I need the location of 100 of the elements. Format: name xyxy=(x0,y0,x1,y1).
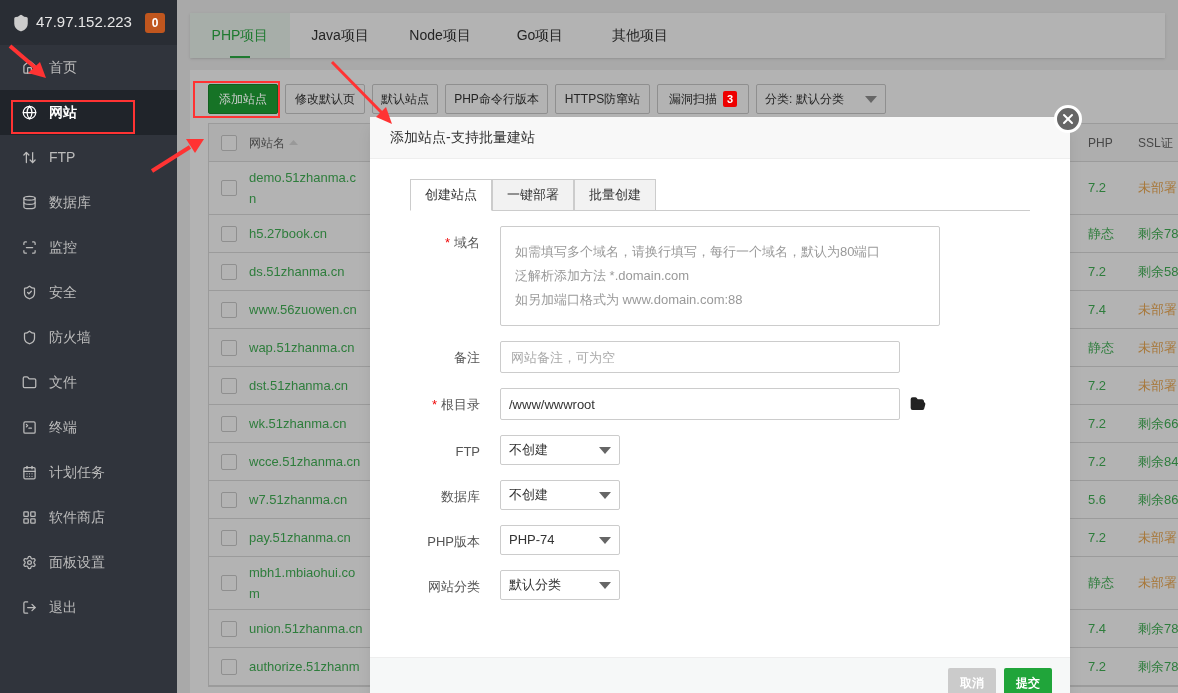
shield-check-icon xyxy=(22,285,37,300)
checkbox[interactable] xyxy=(221,225,237,242)
project-tab[interactable]: Node项目 xyxy=(390,13,490,58)
checkbox[interactable] xyxy=(221,301,237,318)
checkbox[interactable] xyxy=(221,263,237,280)
php-version: 7.4 xyxy=(1088,620,1107,636)
remark-input[interactable]: 网站备注，可为空 xyxy=(500,341,900,373)
arrows-icon xyxy=(22,150,37,165)
sidebar-item[interactable]: 退出 xyxy=(0,585,177,630)
sidebar-item[interactable]: 计划任务 xyxy=(0,450,177,495)
sidebar-item[interactable]: FTP xyxy=(0,135,177,180)
ssl-status: 未部署 xyxy=(1138,575,1177,591)
notification-badge: 0 xyxy=(145,12,165,33)
php-version: 7.2 xyxy=(1088,415,1107,431)
terminal-icon xyxy=(22,420,37,435)
field-label: 域名 xyxy=(454,234,480,252)
dialog-title: 添加站点-支持批量建站 xyxy=(390,128,535,147)
checkbox[interactable] xyxy=(221,453,237,470)
count-badge: 3 xyxy=(722,91,738,107)
dialog-tab[interactable]: 一键部署 xyxy=(492,179,574,211)
php-version: 7.2 xyxy=(1088,180,1107,196)
php-version: 5.6 xyxy=(1088,491,1107,507)
checkbox[interactable] xyxy=(221,575,237,591)
column-header: SSL证 xyxy=(1138,135,1173,150)
sidebar-item[interactable]: 防火墙 xyxy=(0,315,177,360)
ssl-status: 未部署 xyxy=(1138,529,1177,545)
toolbar-button[interactable]: 漏洞扫描 3 xyxy=(657,84,749,114)
placeholder-line: 如另加端口格式为 www.domain.com:88 xyxy=(515,291,744,309)
ssl-status: 未部署 xyxy=(1138,180,1177,196)
toolbar-button[interactable]: 默认站点 xyxy=(372,84,438,114)
php-version: 静态 xyxy=(1088,225,1114,241)
checkbox[interactable] xyxy=(221,180,237,196)
php-version: 7.2 xyxy=(1088,658,1107,674)
toolbar-button[interactable]: PHP命令行版本 xyxy=(445,84,548,114)
caret-icon xyxy=(599,446,611,454)
shield-logo-icon xyxy=(12,13,30,32)
field-label: 数据库 xyxy=(441,488,480,506)
ssl-status: 未部署 xyxy=(1138,339,1177,355)
checkbox[interactable] xyxy=(221,415,237,432)
ssl-status: 未部署 xyxy=(1138,301,1177,317)
php-version: 静态 xyxy=(1088,339,1114,355)
checkbox[interactable] xyxy=(221,377,237,394)
settings-icon xyxy=(22,555,37,570)
dialog-tab[interactable]: 创建站点 xyxy=(410,179,492,211)
ssl-status: 剩余78 xyxy=(1138,225,1178,241)
ssl-status: 未部署 xyxy=(1138,377,1177,393)
field-label: 根目录 xyxy=(441,396,480,414)
php-version: 7.4 xyxy=(1088,301,1107,317)
php-version: 7.2 xyxy=(1088,377,1107,393)
ssl-status: 剩余78 xyxy=(1138,620,1178,636)
folder-icon[interactable] xyxy=(910,396,926,412)
column-header[interactable]: 网站名 xyxy=(249,133,389,152)
ssl-status: 剩余84 xyxy=(1138,453,1178,469)
caret-icon xyxy=(865,95,877,103)
checkbox[interactable] xyxy=(221,658,237,675)
sidebar-item[interactable]: 监控 xyxy=(0,225,177,270)
field-label: PHP版本 xyxy=(427,533,480,551)
annotation-arrow xyxy=(330,60,392,124)
annotation-arrow xyxy=(8,44,46,78)
checkbox[interactable] xyxy=(221,339,237,356)
shield-icon xyxy=(22,330,37,345)
checkbox[interactable] xyxy=(221,134,237,151)
add-site-button[interactable]: 添加站点 xyxy=(208,84,278,114)
select-dropdown[interactable]: PHP-74 xyxy=(500,525,620,555)
annotation-arrow xyxy=(150,139,204,173)
server-address: 47.97.152.223 xyxy=(36,12,132,33)
sidebar-item[interactable]: 网站 xyxy=(0,90,177,135)
project-tab[interactable]: Java项目 xyxy=(290,13,390,58)
php-version: 7.2 xyxy=(1088,453,1107,469)
project-tab[interactable]: Go项目 xyxy=(490,13,590,58)
root-path-input[interactable]: /www/wwwroot xyxy=(500,388,900,420)
folder-icon xyxy=(22,375,37,390)
globe-icon xyxy=(22,105,37,120)
select-dropdown[interactable]: 不创建 xyxy=(500,480,620,510)
checkbox[interactable] xyxy=(221,529,237,546)
checkbox[interactable] xyxy=(221,491,237,508)
field-label: FTP xyxy=(455,443,480,461)
required-mark: * xyxy=(431,396,437,414)
select-dropdown[interactable]: 不创建 xyxy=(500,435,620,465)
logout-icon xyxy=(22,600,37,615)
dialog-tab[interactable]: 批量创建 xyxy=(574,179,656,211)
sidebar-item[interactable]: 终端 xyxy=(0,405,177,450)
select-dropdown[interactable]: 默认分类 xyxy=(500,570,620,600)
toolbar-button[interactable]: 修改默认页 xyxy=(285,84,365,114)
sidebar-item[interactable]: 安全 xyxy=(0,270,177,315)
checkbox[interactable] xyxy=(221,620,237,637)
project-tab[interactable]: 其他项目 xyxy=(590,13,690,58)
php-version: 7.2 xyxy=(1088,529,1107,545)
field-label: 网站分类 xyxy=(428,578,480,596)
php-version: 静态 xyxy=(1088,575,1114,591)
sidebar-item[interactable]: 软件商店 xyxy=(0,495,177,540)
sidebar-item[interactable]: 文件 xyxy=(0,360,177,405)
caret-icon xyxy=(599,536,611,544)
close-icon xyxy=(1060,111,1076,127)
toolbar-button[interactable]: HTTPS防窜站 xyxy=(555,84,650,114)
php-version: 7.2 xyxy=(1088,263,1107,279)
calendar-icon xyxy=(22,465,37,480)
sidebar-item[interactable]: 面板设置 xyxy=(0,540,177,585)
category-dropdown[interactable]: 分类: 默认分类 xyxy=(756,84,886,114)
sidebar-item[interactable]: 数据库 xyxy=(0,180,177,225)
